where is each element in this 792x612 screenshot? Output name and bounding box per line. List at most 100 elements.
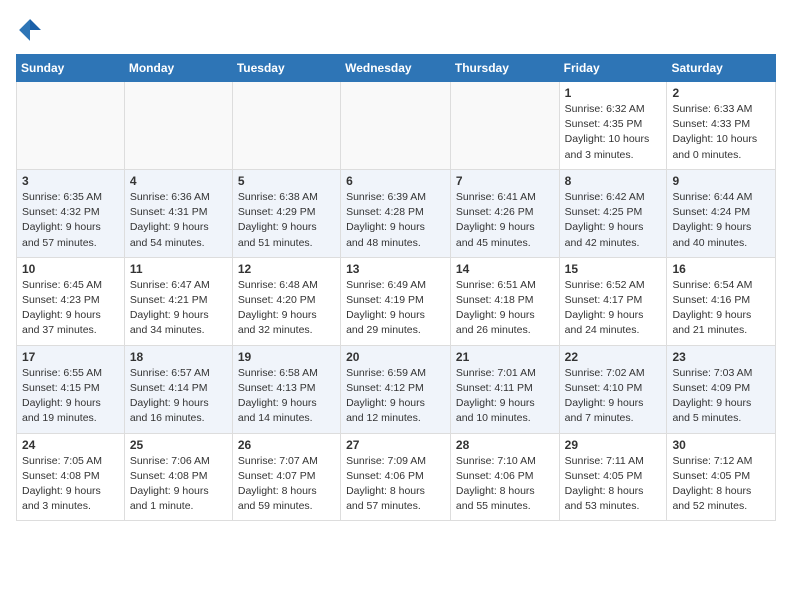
day-info: Sunrise: 6:39 AM Sunset: 4:28 PM Dayligh…	[346, 190, 445, 251]
day-number: 28	[456, 438, 554, 452]
day-number: 23	[672, 350, 770, 364]
calendar-cell	[450, 82, 559, 170]
day-number: 29	[565, 438, 662, 452]
day-number: 24	[22, 438, 119, 452]
day-info: Sunrise: 7:07 AM Sunset: 4:07 PM Dayligh…	[238, 454, 335, 515]
calendar-cell: 14 Sunrise: 6:51 AM Sunset: 4:18 PM Dayli…	[450, 257, 559, 345]
logo-icon	[16, 16, 44, 44]
day-number: 15	[565, 262, 662, 276]
day-number: 11	[130, 262, 227, 276]
day-info: Sunrise: 6:58 AM Sunset: 4:13 PM Dayligh…	[238, 366, 335, 427]
day-info: Sunrise: 6:41 AM Sunset: 4:26 PM Dayligh…	[456, 190, 554, 251]
calendar-cell	[124, 82, 232, 170]
day-number: 1	[565, 86, 662, 100]
calendar-table: SundayMondayTuesdayWednesdayThursdayFrid…	[16, 54, 776, 521]
day-info: Sunrise: 7:05 AM Sunset: 4:08 PM Dayligh…	[22, 454, 119, 515]
calendar-cell	[17, 82, 125, 170]
weekday-header-tuesday: Tuesday	[232, 55, 340, 82]
calendar-cell: 30Sunrise: 7:12 AM Sunset: 4:05 PM Dayli…	[667, 433, 776, 521]
day-info: Sunrise: 6:36 AM Sunset: 4:31 PM Dayligh…	[130, 190, 227, 251]
day-number: 20	[346, 350, 445, 364]
day-info: Sunrise: 6:51 AM Sunset: 4:18 PM Dayligh…	[456, 278, 554, 339]
day-number: 6	[346, 174, 445, 188]
day-info: Sunrise: 7:03 AM Sunset: 4:09 PM Dayligh…	[672, 366, 770, 427]
day-info: Sunrise: 6:57 AM Sunset: 4:14 PM Dayligh…	[130, 366, 227, 427]
day-info: Sunrise: 6:59 AM Sunset: 4:12 PM Dayligh…	[346, 366, 445, 427]
calendar-cell: 16 Sunrise: 6:54 AM Sunset: 4:16 PM Dayli…	[667, 257, 776, 345]
day-info: Sunrise: 7:10 AM Sunset: 4:06 PM Dayligh…	[456, 454, 554, 515]
calendar-cell: 27 Sunrise: 7:09 AM Sunset: 4:06 PM Dayli…	[341, 433, 451, 521]
day-number: 21	[456, 350, 554, 364]
week-row-1: 1 Sunrise: 6:32 AM Sunset: 4:35 PM Daylig…	[17, 82, 776, 170]
calendar-cell: 3Sunrise: 6:35 AM Sunset: 4:32 PM Daylig…	[17, 169, 125, 257]
day-info: Sunrise: 6:55 AM Sunset: 4:15 PM Dayligh…	[22, 366, 119, 427]
calendar-cell	[232, 82, 340, 170]
day-number: 10	[22, 262, 119, 276]
calendar-cell: 28 Sunrise: 7:10 AM Sunset: 4:06 PM Dayli…	[450, 433, 559, 521]
day-number: 14	[456, 262, 554, 276]
day-info: Sunrise: 7:06 AM Sunset: 4:08 PM Dayligh…	[130, 454, 227, 515]
day-number: 25	[130, 438, 227, 452]
day-info: Sunrise: 6:48 AM Sunset: 4:20 PM Dayligh…	[238, 278, 335, 339]
day-number: 8	[565, 174, 662, 188]
calendar-cell: 18 Sunrise: 6:57 AM Sunset: 4:14 PM Dayli…	[124, 345, 232, 433]
header	[16, 16, 776, 44]
calendar-cell: 12 Sunrise: 6:48 AM Sunset: 4:20 PM Dayli…	[232, 257, 340, 345]
day-number: 5	[238, 174, 335, 188]
weekday-header-saturday: Saturday	[667, 55, 776, 82]
day-number: 4	[130, 174, 227, 188]
calendar-cell: 15 Sunrise: 6:52 AM Sunset: 4:17 PM Dayli…	[559, 257, 667, 345]
day-number: 13	[346, 262, 445, 276]
calendar-cell: 20 Sunrise: 6:59 AM Sunset: 4:12 PM Dayli…	[341, 345, 451, 433]
calendar-cell: 8 Sunrise: 6:42 AM Sunset: 4:25 PM Daylig…	[559, 169, 667, 257]
day-number: 27	[346, 438, 445, 452]
calendar-container: SundayMondayTuesdayWednesdayThursdayFrid…	[0, 0, 792, 529]
day-info: Sunrise: 6:45 AM Sunset: 4:23 PM Dayligh…	[22, 278, 119, 339]
calendar-cell: 21 Sunrise: 7:01 AM Sunset: 4:11 PM Dayli…	[450, 345, 559, 433]
day-number: 16	[672, 262, 770, 276]
calendar-cell: 23 Sunrise: 7:03 AM Sunset: 4:09 PM Dayli…	[667, 345, 776, 433]
day-number: 26	[238, 438, 335, 452]
day-info: Sunrise: 6:47 AM Sunset: 4:21 PM Dayligh…	[130, 278, 227, 339]
calendar-cell: 24 Sunrise: 7:05 AM Sunset: 4:08 PM Dayli…	[17, 433, 125, 521]
day-info: Sunrise: 6:54 AM Sunset: 4:16 PM Dayligh…	[672, 278, 770, 339]
week-row-5: 24 Sunrise: 7:05 AM Sunset: 4:08 PM Dayli…	[17, 433, 776, 521]
calendar-cell: 4 Sunrise: 6:36 AM Sunset: 4:31 PM Daylig…	[124, 169, 232, 257]
week-row-4: 17 Sunrise: 6:55 AM Sunset: 4:15 PM Dayli…	[17, 345, 776, 433]
logo	[16, 16, 48, 44]
day-number: 19	[238, 350, 335, 364]
day-info: Sunrise: 6:44 AM Sunset: 4:24 PM Dayligh…	[672, 190, 770, 251]
day-number: 7	[456, 174, 554, 188]
calendar-cell: 13 Sunrise: 6:49 AM Sunset: 4:19 PM Dayli…	[341, 257, 451, 345]
calendar-cell: 1 Sunrise: 6:32 AM Sunset: 4:35 PM Daylig…	[559, 82, 667, 170]
weekday-header-row: SundayMondayTuesdayWednesdayThursdayFrid…	[17, 55, 776, 82]
day-info: Sunrise: 7:11 AM Sunset: 4:05 PM Dayligh…	[565, 454, 662, 515]
day-number: 2	[672, 86, 770, 100]
day-info: Sunrise: 6:42 AM Sunset: 4:25 PM Dayligh…	[565, 190, 662, 251]
calendar-cell: 17 Sunrise: 6:55 AM Sunset: 4:15 PM Dayli…	[17, 345, 125, 433]
calendar-cell: 11 Sunrise: 6:47 AM Sunset: 4:21 PM Dayli…	[124, 257, 232, 345]
day-number: 12	[238, 262, 335, 276]
calendar-cell: 5 Sunrise: 6:38 AM Sunset: 4:29 PM Daylig…	[232, 169, 340, 257]
day-info: Sunrise: 6:49 AM Sunset: 4:19 PM Dayligh…	[346, 278, 445, 339]
weekday-header-sunday: Sunday	[17, 55, 125, 82]
day-info: Sunrise: 6:32 AM Sunset: 4:35 PM Dayligh…	[565, 102, 662, 163]
calendar-cell: 7 Sunrise: 6:41 AM Sunset: 4:26 PM Daylig…	[450, 169, 559, 257]
calendar-cell	[341, 82, 451, 170]
day-info: Sunrise: 7:01 AM Sunset: 4:11 PM Dayligh…	[456, 366, 554, 427]
day-number: 9	[672, 174, 770, 188]
weekday-header-friday: Friday	[559, 55, 667, 82]
calendar-cell: 25 Sunrise: 7:06 AM Sunset: 4:08 PM Dayli…	[124, 433, 232, 521]
day-number: 22	[565, 350, 662, 364]
day-number: 18	[130, 350, 227, 364]
day-number: 17	[22, 350, 119, 364]
day-info: Sunrise: 6:52 AM Sunset: 4:17 PM Dayligh…	[565, 278, 662, 339]
day-info: Sunrise: 7:12 AM Sunset: 4:05 PM Dayligh…	[672, 454, 770, 515]
weekday-header-wednesday: Wednesday	[341, 55, 451, 82]
day-info: Sunrise: 7:09 AM Sunset: 4:06 PM Dayligh…	[346, 454, 445, 515]
calendar-cell: 9 Sunrise: 6:44 AM Sunset: 4:24 PM Daylig…	[667, 169, 776, 257]
day-info: Sunrise: 6:38 AM Sunset: 4:29 PM Dayligh…	[238, 190, 335, 251]
calendar-cell: 19 Sunrise: 6:58 AM Sunset: 4:13 PM Dayli…	[232, 345, 340, 433]
weekday-header-monday: Monday	[124, 55, 232, 82]
calendar-cell: 22Sunrise: 7:02 AM Sunset: 4:10 PM Dayli…	[559, 345, 667, 433]
